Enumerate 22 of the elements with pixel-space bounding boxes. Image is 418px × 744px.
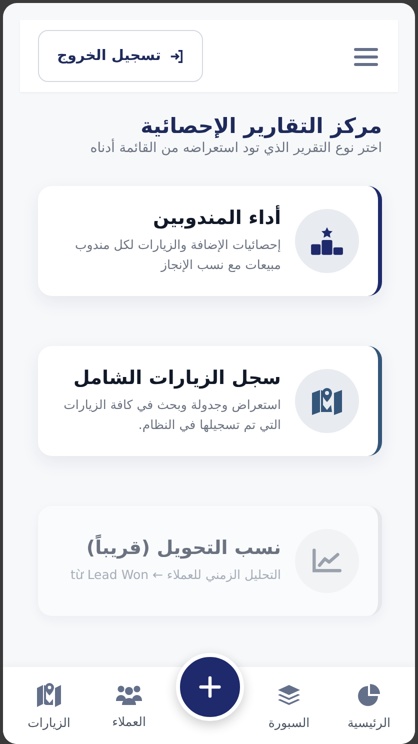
map-icon <box>36 683 62 707</box>
layers-icon <box>277 683 301 707</box>
nav-item[interactable]: الزيارات <box>14 667 84 744</box>
card-description: إحصائيات الإضافة والزيارات لكل مندوب مبيعات مع نسب الإنجاز <box>74 236 281 274</box>
nav-item[interactable]: الرئيسية <box>334 667 404 744</box>
card-title: أداء المندوبين <box>152 207 281 229</box>
card-description: التحليل الزمني للعملاء ← từ Lead Won <box>70 566 281 584</box>
card-title: نسب التحويل (قريباً) <box>50 537 281 559</box>
logout-icon <box>168 48 184 64</box>
report-card[interactable]: أداء المندوبين إحصائيات الإضافة والزيارات لكل مندوب مبيعات مع نسب الإنجاز <box>38 186 382 296</box>
menu-icon[interactable] <box>354 47 378 67</box>
card-title: سجل الزيارات الشامل <box>72 367 281 389</box>
pie-chart-icon <box>357 683 381 707</box>
card-description: استعراض وجدولة وبحث في كافة الزيارات التي تم تسجيلها في النظام. <box>62 396 281 434</box>
page-subtitle: اختر نوع التقرير الذي تود استعراضه من القائمة أدناه <box>89 140 382 156</box>
page-title: مركز التقارير الإحصائية <box>140 114 382 138</box>
logout-button[interactable]: تسجيل الخروج <box>38 30 203 82</box>
nav-item[interactable]: العملاء <box>94 667 164 744</box>
report-card[interactable]: سجل الزيارات الشامل استعراض وجدولة وبحث في كافة الزيارات التي تم تسجيلها في النظام. <box>38 346 382 456</box>
users-icon <box>115 684 143 706</box>
nav-item[interactable]: السبورة <box>254 667 324 744</box>
plus-icon <box>199 676 221 698</box>
